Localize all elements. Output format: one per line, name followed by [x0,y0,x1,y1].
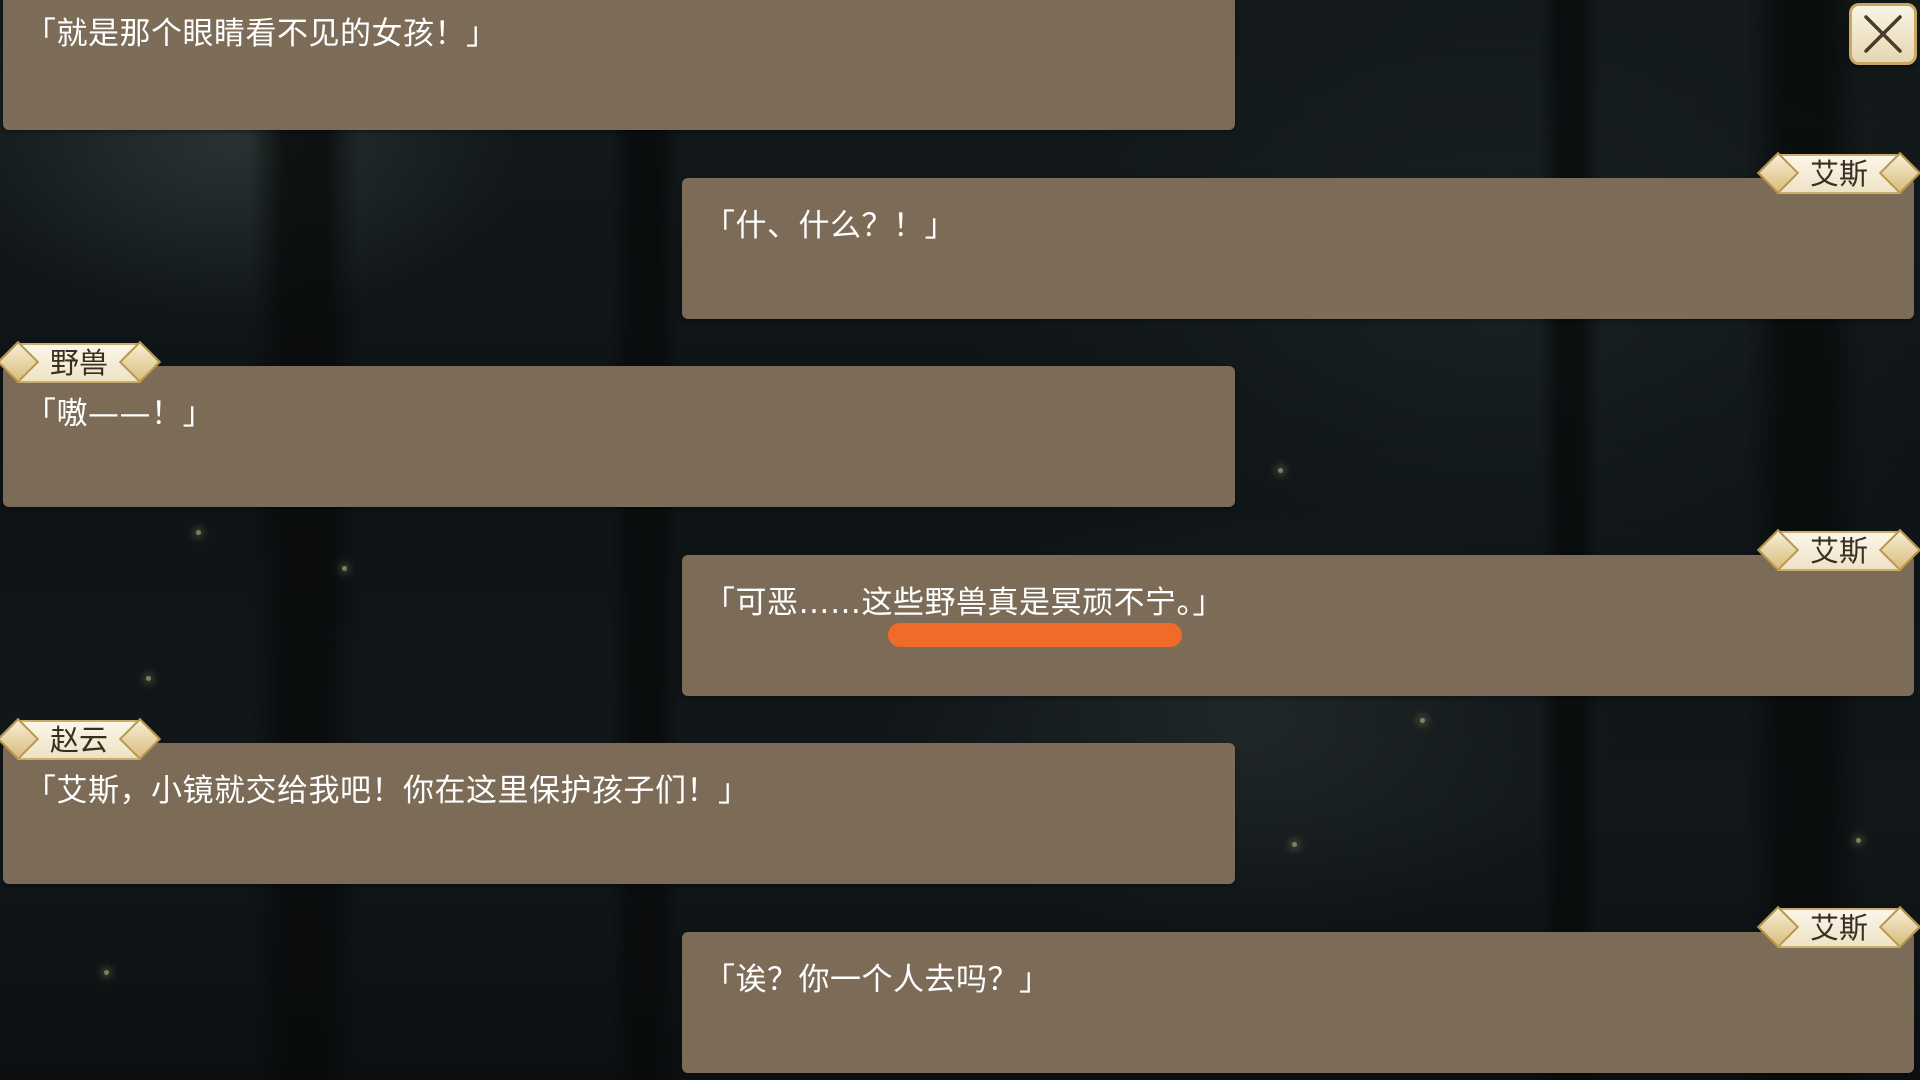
tree-trunk [610,0,680,1080]
speaker-name: 赵云 [49,723,108,757]
firefly [146,676,151,681]
forest-background: 「就是那个眼睛看不见的女孩！」 「什、什么？！」 艾斯 「嗷——！」 野兽 「可… [0,0,1920,1080]
speaker-nameplate: 野兽 [0,340,162,386]
speaker-nameplate: 艾斯 [1756,905,1920,951]
firefly [1292,842,1297,847]
close-button[interactable] [1849,3,1917,65]
dialogue-bubble: 「就是那个眼睛看不见的女孩！」 [3,0,1235,130]
dialogue-text: 「可恶……这些野兽真是冥顽不宁。」 [704,585,1224,621]
firefly [104,970,109,975]
tree-trunk [1540,0,1600,1080]
tree-trunk [250,0,360,1080]
firefly [196,530,201,535]
firefly [1278,468,1283,473]
dialogue-bubble: 「嗷——！」 [3,366,1235,507]
speaker-nameplate: 赵云 [0,717,162,763]
dialogue-text: 「嗷——！」 [25,396,214,432]
speaker-name: 艾斯 [1809,157,1868,191]
speaker-name: 艾斯 [1809,534,1868,568]
dialogue-bubble: 「艾斯，小镜就交给我吧！你在这里保护孩子们！」 [3,743,1235,884]
dialogue-bubble: 「诶？你一个人去吗？」 [682,932,1914,1073]
dialogue-text: 「诶？你一个人去吗？」 [704,962,1051,998]
dialogue-text: 「艾斯，小镜就交给我吧！你在这里保护孩子们！」 [25,773,750,809]
firefly [342,566,347,571]
speaker-nameplate: 艾斯 [1756,151,1920,197]
dialogue-bubble: 「可恶……这些野兽真是冥顽不宁。」 [682,555,1914,696]
highlight-underline [888,623,1182,647]
speaker-name: 野兽 [49,346,108,380]
speaker-name: 艾斯 [1809,911,1868,945]
firefly [1420,718,1425,723]
close-icon [1864,15,1902,53]
dialogue-text: 「就是那个眼睛看不见的女孩！」 [25,16,498,52]
speaker-nameplate: 艾斯 [1756,528,1920,574]
dialogue-bubble: 「什、什么？！」 [682,178,1914,319]
dialogue-text: 「什、什么？！」 [704,208,956,244]
firefly [1856,838,1861,843]
